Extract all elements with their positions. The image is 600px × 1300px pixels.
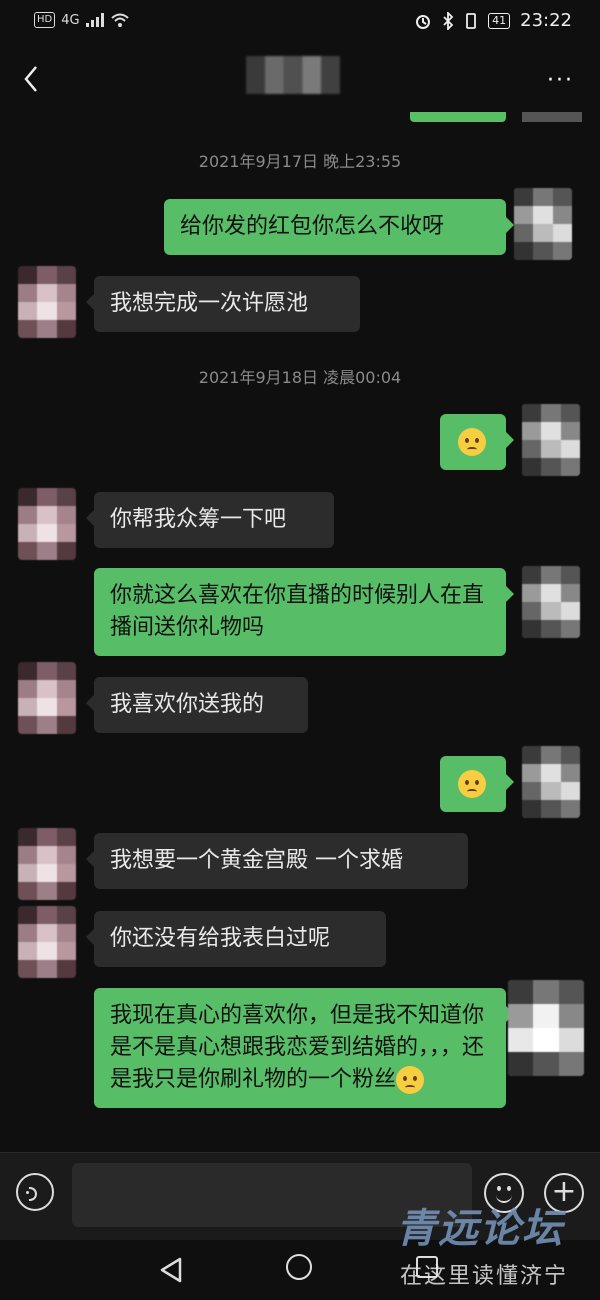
bluetooth-icon [443, 11, 454, 30]
watermark-logo: 青远论坛 [396, 1205, 564, 1252]
woozy-face-icon [458, 770, 486, 798]
status-left: HD 4G [34, 12, 130, 28]
status-bar: HD 4G 41 23:22 [0, 0, 600, 44]
hd-badge: HD [34, 12, 56, 28]
incoming-message[interactable]: 你还没有给我表白过呢 [86, 911, 386, 967]
timestamp: 2021年9月17日 晚上23:55 [198, 152, 402, 171]
outgoing-message[interactable]: 你就这么喜欢在你直播的时候别人在直播间送你礼物吗 [94, 568, 514, 656]
contact-avatar[interactable] [18, 906, 76, 978]
incoming-message[interactable]: 你帮我众筹一下吧 [86, 492, 334, 548]
message-text: 我现在真心的喜欢你，但是我不知道你是不是真心想跟我恋爱到结婚的，，，还是我只是你… [110, 1003, 485, 1092]
network-type: 4G [61, 12, 80, 28]
contact-name-pixelated [246, 56, 340, 94]
chat-header: ··· [0, 48, 600, 112]
wifi-icon [110, 13, 129, 27]
contact-avatar[interactable] [18, 488, 76, 560]
self-avatar[interactable] [522, 404, 580, 476]
vibrate-icon [466, 12, 477, 29]
back-arrow-icon[interactable] [18, 62, 46, 96]
outgoing-message[interactable] [440, 414, 514, 470]
incoming-message[interactable]: 我想要一个黄金宫殿 一个求婚 [86, 833, 468, 889]
contact-avatar[interactable] [18, 266, 76, 338]
outgoing-message[interactable]: 给你发的红包你怎么不收呀 [164, 199, 514, 255]
status-right: 41 23:22 [414, 10, 572, 31]
self-avatar[interactable] [508, 980, 584, 1076]
signal-icon [85, 13, 104, 27]
outgoing-message[interactable]: 我现在真心的喜欢你，但是我不知道你是不是真心想跟我恋爱到结婚的，，，还是我只是你… [94, 988, 514, 1108]
woozy-face-icon [396, 1066, 425, 1094]
outgoing-message[interactable] [440, 756, 514, 812]
more-options-button[interactable]: ··· [547, 70, 574, 92]
alarm-icon [416, 14, 431, 29]
incoming-message[interactable]: 我想完成一次许愿池 [86, 276, 360, 332]
nav-home-icon[interactable] [286, 1254, 312, 1280]
woozy-face-icon [458, 428, 486, 456]
battery-indicator: 41 [488, 12, 511, 29]
clock: 23:22 [520, 10, 572, 31]
previous-message-avatar [522, 112, 582, 122]
self-avatar[interactable] [522, 566, 580, 638]
contact-avatar[interactable] [18, 828, 76, 900]
contact-avatar[interactable] [18, 662, 76, 734]
nav-back-icon[interactable] [158, 1256, 184, 1284]
timestamp: 2021年9月18日 凌晨00:04 [198, 368, 402, 387]
voice-input-icon[interactable] [16, 1173, 54, 1211]
watermark-slogan: 在这里读懂济宁 [400, 1264, 569, 1289]
self-avatar[interactable] [522, 746, 580, 818]
incoming-message[interactable]: 我喜欢你送我的 [86, 677, 308, 733]
self-avatar[interactable] [514, 188, 572, 260]
previous-message-bubble [410, 112, 506, 122]
